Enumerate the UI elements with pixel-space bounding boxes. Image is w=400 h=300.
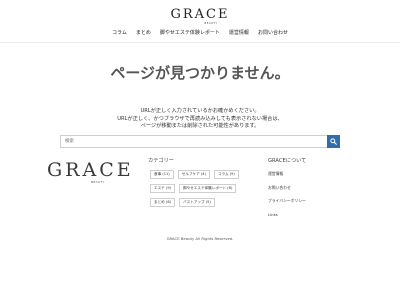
nav-item-report[interactable]: 脚やせエステ体験レポート — [160, 30, 220, 37]
logo-tagline: BEAUTY — [204, 22, 218, 25]
search-icon — [330, 138, 337, 145]
site-logo[interactable]: GRACE BEAUTY — [0, 7, 400, 26]
category-tag-report[interactable]: 脚やせエステ体験レポート (6) — [179, 184, 237, 193]
footer-logo-wordmark: GRACE — [47, 159, 134, 181]
header-divider — [0, 42, 400, 43]
search-form — [60, 135, 340, 148]
not-found-message: URLが正しく入力されているかお確かめください。 URLが正しく、かつブラウザで… — [0, 108, 400, 131]
category-tag-matome[interactable]: まとめ (8) — [150, 198, 176, 207]
category-tag-selfcare[interactable]: セルフケア (4) — [177, 170, 210, 179]
category-tag-column[interactable]: コラム (9) — [213, 170, 239, 179]
nav-item-contact[interactable]: お問い合わせ — [258, 30, 288, 37]
footer-logo[interactable]: GRACE BEAUTY — [47, 160, 134, 184]
categories-heading: カテゴリー — [148, 158, 174, 164]
search-button[interactable] — [327, 135, 340, 148]
message-line: URLが正しく、かつブラウザで再読み込みしても表示されない場合は、 — [117, 115, 283, 122]
message-line: ページが移動または削除された可能性があります。 — [140, 123, 260, 129]
category-list: 食事 (11) セルフケア (4) コラム (9) エステ (9) 脚やせエステ… — [150, 170, 254, 207]
category-tag-meal[interactable]: 食事 (11) — [150, 170, 174, 179]
message-line: URLが正しく入力されているかお確かめください。 — [140, 108, 260, 114]
footer-link-about[interactable]: 運営情報 — [268, 171, 306, 176]
footer-link-links[interactable]: Links — [268, 212, 306, 217]
footer-link-contact[interactable]: お問い合わせ — [268, 185, 306, 190]
nav-item-matome[interactable]: まとめ — [136, 30, 151, 37]
copyright: GRACE Beauty All Rights Reserved. — [166, 236, 234, 241]
search-input[interactable] — [60, 135, 327, 148]
category-tag-esthe[interactable]: エステ (9) — [150, 184, 176, 193]
page-title: ページが見つかりません。 — [110, 64, 290, 82]
logo-wordmark: GRACE — [170, 7, 230, 22]
nav-item-column[interactable]: コラム — [112, 30, 127, 37]
category-tag-bustup[interactable]: バストアップ (5) — [179, 198, 215, 207]
about-links: 運営情報 お問い合わせ プライバシーポリシー Links — [268, 171, 306, 225]
footer-link-privacy[interactable]: プライバシーポリシー — [268, 198, 306, 203]
about-heading: GRACEについて — [268, 158, 307, 164]
global-nav: コラム まとめ 脚やせエステ体験レポート 運営情報 お問い合わせ — [0, 30, 400, 37]
nav-item-about[interactable]: 運営情報 — [229, 30, 249, 37]
